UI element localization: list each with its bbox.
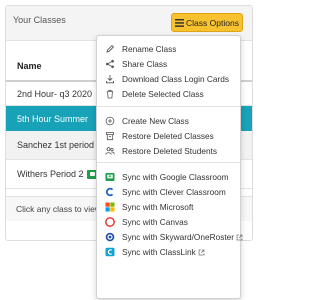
class-name: Sanchez 1st period	[17, 139, 95, 150]
external-link-icon	[236, 234, 243, 241]
restore-classes-item[interactable]: Restore Deleted Classes	[97, 128, 240, 143]
menu-item-label: Rename Class	[122, 43, 177, 54]
sync-google-classroom-item[interactable]: Sync with Google Classroom	[97, 169, 240, 184]
plus-circle-icon	[105, 116, 115, 126]
trash-icon	[105, 89, 115, 99]
create-class-item[interactable]: Create New Class	[97, 113, 240, 128]
menu-item-label: Sync with Skyward/OneRoster	[122, 232, 243, 242]
sync-microsoft-item[interactable]: Sync with Microsoft	[97, 199, 240, 214]
class-name: 5th Hour Summer	[17, 113, 89, 124]
sync-skyward-item[interactable]: Sync with Skyward/OneRoster	[97, 229, 243, 244]
external-link-icon	[198, 249, 205, 256]
skyward-icon	[105, 232, 115, 242]
microsoft-icon	[105, 202, 115, 212]
menu-item-label: Delete Selected Class	[122, 88, 204, 99]
sync-classlink-label: Sync with ClassLink	[122, 246, 196, 257]
menu-item-label: Restore Deleted Students	[122, 145, 218, 156]
menu-divider	[97, 162, 240, 163]
restore-icon	[105, 131, 115, 141]
sync-skyward-label: Sync with Skyward/OneRoster	[122, 231, 235, 242]
panel-title: Your Classes	[13, 15, 66, 25]
restore-students-item[interactable]: Restore Deleted Students	[97, 143, 240, 158]
menu-lines-icon	[175, 18, 185, 27]
google-classroom-icon	[105, 172, 115, 182]
class-name-cell: Sanchez 1st period	[17, 139, 109, 151]
class-name: 2nd Hour- q3 2020	[17, 89, 93, 99]
share-class-item[interactable]: Share Class	[97, 56, 240, 71]
class-options-label: Class Options	[186, 17, 239, 28]
rename-class-item[interactable]: Rename Class	[97, 41, 240, 56]
menu-item-label: Download Class Login Cards	[122, 73, 229, 84]
download-icon	[105, 74, 115, 84]
delete-class-item[interactable]: Delete Selected Class	[97, 86, 240, 101]
menu-item-label: Sync with Google Classroom	[122, 171, 229, 182]
menu-item-label: Create New Class	[122, 115, 189, 126]
sync-canvas-item[interactable]: Sync with Canvas	[97, 214, 240, 229]
menu-item-label: Sync with ClassLink	[122, 247, 205, 257]
menu-item-label: Sync with Clever Classroom	[122, 186, 226, 197]
download-login-cards-item[interactable]: Download Class Login Cards	[97, 71, 240, 86]
class-options-menu: Rename Class Share Class Download Class …	[96, 35, 243, 299]
menu-item-label: Restore Deleted Classes	[122, 130, 214, 141]
canvas-icon	[105, 216, 115, 227]
menu-divider	[97, 106, 240, 107]
column-header-name: Name	[17, 61, 42, 71]
sync-clever-item[interactable]: Sync with Clever Classroom	[97, 184, 240, 199]
users-icon	[105, 146, 115, 156]
sync-classlink-item[interactable]: Sync with ClassLink	[97, 244, 240, 259]
footer-hint: Click any class to view a	[16, 204, 109, 214]
classlink-icon	[105, 247, 115, 257]
class-name-cell: Withers Period 2	[17, 168, 98, 180]
share-icon	[105, 59, 115, 69]
menu-item-label: Sync with Microsoft	[122, 201, 194, 212]
menu-item-label: Share Class	[122, 58, 168, 69]
clever-icon	[105, 187, 115, 197]
class-name: Withers Period 2	[17, 168, 84, 179]
pencil-icon	[105, 44, 115, 54]
class-options-button[interactable]: Class Options	[171, 13, 243, 32]
menu-item-label: Sync with Canvas	[122, 216, 188, 227]
